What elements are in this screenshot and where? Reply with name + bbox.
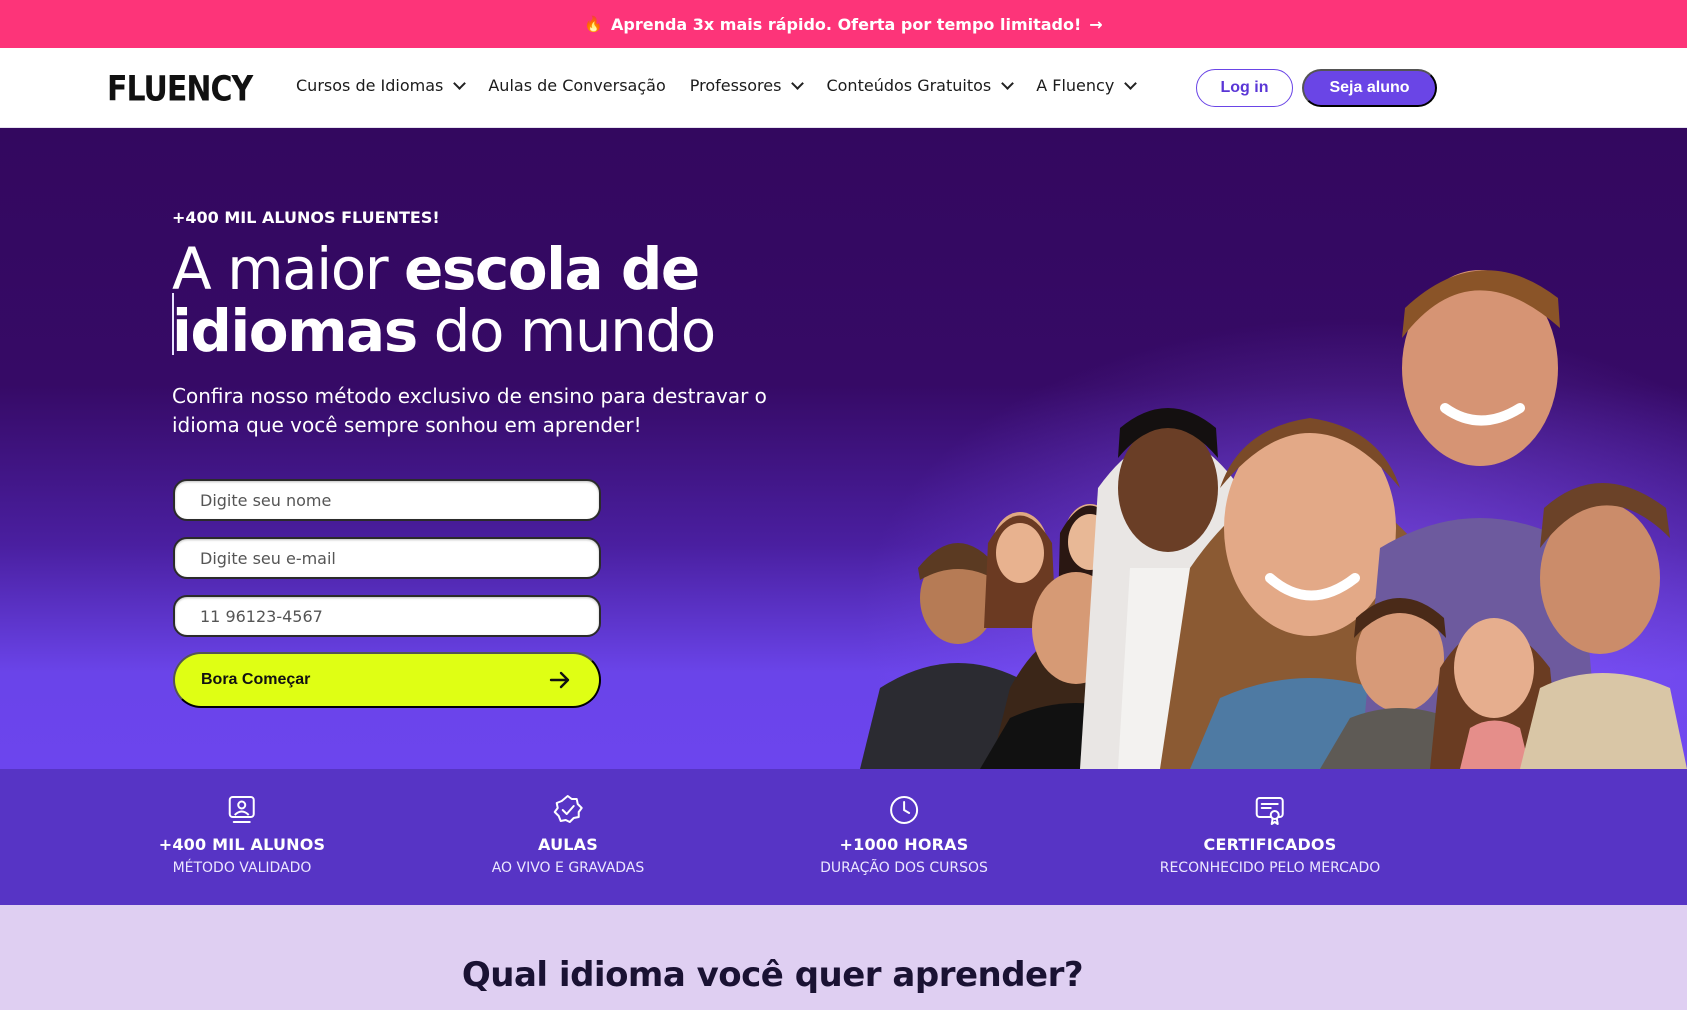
email-input[interactable]: Digite seu e-mail bbox=[173, 537, 601, 579]
chevron-down-icon bbox=[1124, 77, 1138, 90]
nav-label: Professores bbox=[689, 76, 782, 95]
students-photo bbox=[860, 268, 1687, 769]
main-nav: Cursos de Idiomas Aulas de Conversação P… bbox=[296, 76, 1138, 95]
language-section: Qual idioma você quer aprender? bbox=[0, 905, 1687, 1010]
name-input[interactable]: Digite seu nome bbox=[173, 479, 601, 521]
nav-conteudos-gratuitos[interactable]: Conteúdos Gratuitos bbox=[826, 76, 1015, 95]
hero-kicker: +400 MIL ALUNOS FLUENTES! bbox=[172, 208, 440, 227]
stats-bar: +400 MIL ALUNOS MÉTODO VALIDADO AULAS AO… bbox=[0, 769, 1687, 905]
stat-classes: AULAS AO VIVO E GRAVADAS bbox=[491, 793, 645, 876]
stat-title: CERTIFICADOS bbox=[1203, 835, 1337, 854]
nav-label: A Fluency bbox=[1036, 76, 1115, 95]
stat-certificates: CERTIFICADOS RECONHECIDO PELO MERCADO bbox=[1159, 793, 1381, 876]
stat-hours: +1000 HORAS DURAÇÃO DOS CURSOS bbox=[820, 793, 988, 876]
arrow-right-icon bbox=[549, 671, 570, 689]
nav-a-fluency[interactable]: A Fluency bbox=[1036, 76, 1138, 95]
stat-title: AULAS bbox=[538, 835, 598, 854]
start-button-label: Bora Começar bbox=[201, 671, 311, 688]
stat-subtitle: MÉTODO VALIDADO bbox=[172, 860, 312, 876]
hero-subtitle: Confira nosso método exclusivo de ensino… bbox=[172, 384, 767, 437]
chevron-down-icon bbox=[1001, 77, 1015, 90]
promo-banner[interactable]: 🔥 Aprenda 3x mais rápido. Oferta por tem… bbox=[0, 0, 1687, 48]
nav-label: Cursos de Idiomas bbox=[296, 76, 444, 95]
start-button[interactable]: Bora Começar bbox=[173, 652, 601, 708]
certificate-icon bbox=[1255, 797, 1284, 825]
phone-input[interactable]: 11 96123-4567 bbox=[173, 595, 601, 637]
stat-subtitle: AO VIVO E GRAVADAS bbox=[491, 860, 645, 876]
stat-title: +400 MIL ALUNOS bbox=[158, 835, 326, 854]
site-header: FLUENCY Cursos de Idiomas Aulas de Conve… bbox=[0, 48, 1687, 128]
fire-icon: 🔥 bbox=[584, 15, 603, 33]
clock-icon bbox=[890, 796, 918, 824]
hero-section: +400 MIL ALUNOS FLUENTES! A maior escola… bbox=[0, 128, 1687, 769]
section-title: Qual idioma você quer aprender? bbox=[461, 955, 1084, 995]
stat-title: +1000 HORAS bbox=[839, 835, 969, 854]
chevron-down-icon bbox=[791, 77, 805, 90]
nav-cursos-de-idiomas[interactable]: Cursos de Idiomas bbox=[296, 76, 467, 95]
verified-badge-icon bbox=[554, 795, 583, 823]
join-button[interactable]: Seja aluno bbox=[1302, 69, 1437, 107]
fluency-logo[interactable]: FLUENCY bbox=[107, 69, 253, 109]
headline-part-1: A maior bbox=[172, 235, 405, 303]
nav-label: Aulas de Conversação bbox=[488, 76, 666, 95]
arrow-right-icon: → bbox=[1089, 14, 1103, 34]
nav-aulas-de-conversacao[interactable]: Aulas de Conversação bbox=[488, 76, 665, 95]
nav-professores[interactable]: Professores bbox=[689, 76, 805, 95]
stat-students: +400 MIL ALUNOS MÉTODO VALIDADO bbox=[159, 793, 326, 876]
promo-text[interactable]: Aprenda 3x mais rápido. Oferta por tempo… bbox=[611, 15, 1081, 34]
headline-bold-1: escola de bbox=[404, 235, 700, 303]
chevron-down-icon bbox=[453, 77, 467, 90]
student-monitor-icon bbox=[229, 796, 255, 823]
headline-part-2: do mundo bbox=[416, 297, 717, 365]
stat-subtitle: RECONHECIDO PELO MERCADO bbox=[1159, 860, 1381, 876]
nav-label: Conteúdos Gratuitos bbox=[826, 76, 992, 95]
login-button[interactable]: Log in bbox=[1196, 69, 1293, 107]
text-caret bbox=[172, 293, 174, 355]
headline-bold-2: idiomas bbox=[172, 297, 418, 365]
hero-headline: A maior escola de idiomas do mundo bbox=[172, 238, 852, 362]
stat-subtitle: DURAÇÃO DOS CURSOS bbox=[820, 860, 988, 876]
